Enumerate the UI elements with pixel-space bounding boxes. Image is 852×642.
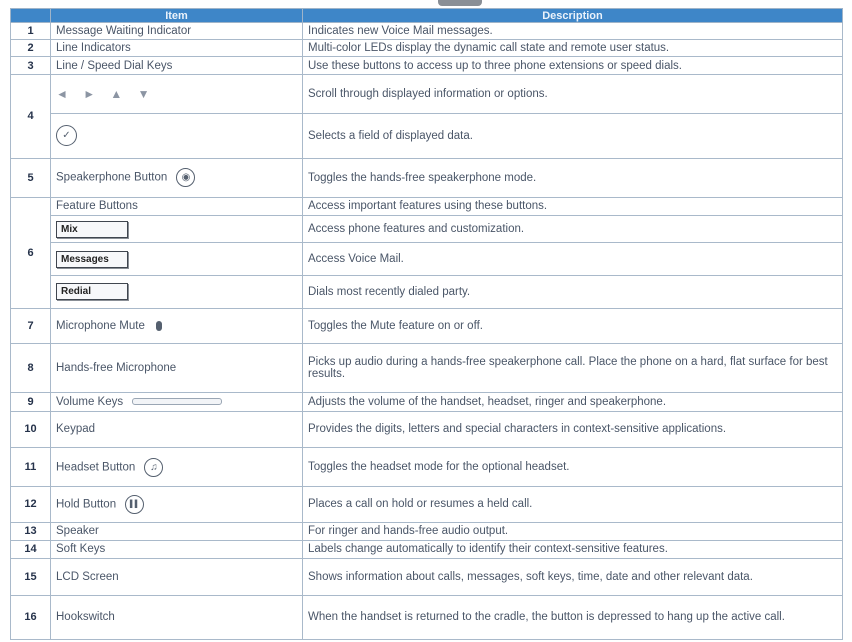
table-row: ✓ Selects a field of displayed data. bbox=[11, 113, 843, 159]
table-row: 1 Message Waiting Indicator Indicates ne… bbox=[10, 22, 843, 40]
row-description: Indicates new Voice Mail messages. bbox=[302, 22, 843, 40]
table-row: 11 Headset Button ♫ Toggles the headset … bbox=[10, 447, 843, 488]
row-item: Keypad bbox=[50, 410, 303, 449]
row-description: Use these buttons to access up to three … bbox=[302, 55, 843, 76]
row-item-label: Headset Button bbox=[56, 461, 136, 474]
row-number: 4 bbox=[10, 74, 51, 159]
speakerphone-icon: ◉ bbox=[176, 168, 196, 188]
row-number: 11 bbox=[10, 447, 51, 488]
row-number: 14 bbox=[10, 539, 51, 560]
row-item-label: Hold Button bbox=[56, 498, 117, 511]
row-item: Messages bbox=[50, 242, 303, 276]
top-tab-marker bbox=[438, 0, 482, 6]
table-row: Mix Access phone features and customizat… bbox=[11, 214, 843, 244]
row-item: Hookswitch bbox=[50, 594, 303, 641]
table-row: Messages Access Voice Mail. bbox=[11, 242, 843, 276]
row-description: Selects a field of displayed data. bbox=[302, 113, 843, 159]
navigation-arrows-icon: ◄ ► ▲ ▼ bbox=[56, 86, 156, 101]
row-number: 16 bbox=[10, 594, 51, 641]
row-number: 13 bbox=[10, 521, 51, 541]
row-number: 15 bbox=[10, 558, 51, 596]
row-item: Speaker bbox=[50, 521, 303, 541]
phone-features-table: Item Description 1 Message Waiting Indic… bbox=[10, 8, 843, 641]
row-item: Line Indicators bbox=[50, 38, 303, 57]
row-item: Redial bbox=[50, 275, 303, 309]
row-description: For ringer and hands-free audio output. bbox=[302, 521, 843, 541]
softkey-mix: Mix bbox=[56, 220, 128, 238]
row-description: Labels change automatically to identify … bbox=[302, 539, 843, 560]
hold-icon: ▌▌ bbox=[125, 494, 145, 514]
row-item: Message Waiting Indicator bbox=[50, 22, 303, 40]
header-description: Description bbox=[302, 8, 843, 23]
select-checkmark-icon: ✓ bbox=[56, 125, 77, 147]
row-item: Feature Buttons bbox=[50, 196, 303, 217]
table-row: 15 LCD Screen Shows information about ca… bbox=[10, 558, 843, 596]
microphone-icon bbox=[156, 320, 163, 331]
table-row: 14 Soft Keys Labels change automatically… bbox=[10, 539, 843, 560]
row-description: Picks up audio during a hands-free speak… bbox=[302, 342, 843, 394]
row-number: 6 bbox=[10, 196, 51, 309]
table-row: 9 Volume Keys Adjusts the volume of the … bbox=[10, 392, 843, 412]
row-number: 10 bbox=[10, 410, 51, 449]
row-description: Dials most recently dialed party. bbox=[302, 275, 843, 309]
row-item: Headset Button ♫ bbox=[50, 447, 303, 488]
row-number: 2 bbox=[10, 38, 51, 57]
row-item: Hands-free Microphone bbox=[50, 342, 303, 394]
table-row: 3 Line / Speed Dial Keys Use these butto… bbox=[10, 55, 843, 76]
row-description: Adjusts the volume of the handset, heads… bbox=[302, 392, 843, 412]
row-description: When the handset is returned to the crad… bbox=[302, 594, 843, 641]
row-item: Speakerphone Button ◉ bbox=[50, 157, 303, 198]
row-item: Microphone Mute bbox=[50, 307, 303, 344]
row-description: Toggles the hands-free speakerphone mode… bbox=[302, 157, 843, 198]
volume-bar-icon bbox=[132, 398, 223, 406]
row-item-label: Speakerphone Button bbox=[56, 171, 168, 184]
table-row: 12 Hold Button ▌▌ Places a call on hold … bbox=[10, 486, 843, 523]
row-description: Access phone features and customization. bbox=[302, 214, 843, 244]
headset-icon: ♫ bbox=[144, 457, 164, 477]
row-number: 7 bbox=[10, 307, 51, 344]
row-item: Hold Button ▌▌ bbox=[50, 486, 303, 523]
table-row: 7 Microphone Mute Toggles the Mute featu… bbox=[10, 307, 843, 344]
row-number: 5 bbox=[10, 157, 51, 198]
row-number: 1 bbox=[10, 22, 51, 40]
header-item: Item bbox=[50, 8, 303, 23]
softkey-redial: Redial bbox=[56, 283, 128, 301]
row-item-label: Microphone Mute bbox=[56, 319, 145, 332]
table-row: 6 Feature Buttons Access important featu… bbox=[10, 196, 843, 309]
table-row: 13 Speaker For ringer and hands-free aud… bbox=[10, 521, 843, 541]
row-description: Scroll through displayed information or … bbox=[302, 74, 843, 115]
row-description: Toggles the Mute feature on or off. bbox=[302, 307, 843, 344]
row-description: Access important features using these bu… bbox=[302, 196, 843, 217]
row-number: 8 bbox=[10, 342, 51, 394]
table-row: 8 Hands-free Microphone Picks up audio d… bbox=[10, 342, 843, 394]
table-row: Redial Dials most recently dialed party. bbox=[11, 275, 843, 309]
row-description: Provides the digits, letters and special… bbox=[302, 410, 843, 449]
row-item: Mix bbox=[50, 214, 303, 244]
softkey-messages: Messages bbox=[56, 250, 128, 268]
row-item: LCD Screen bbox=[50, 558, 303, 596]
row-description: Multi-color LEDs display the dynamic cal… bbox=[302, 38, 843, 57]
row-item: ✓ bbox=[50, 113, 303, 159]
row-description: Places a call on hold or resumes a held … bbox=[302, 486, 843, 523]
row-description: Shows information about calls, messages,… bbox=[302, 558, 843, 596]
table-header-row: Item Description bbox=[10, 8, 843, 23]
row-item: Volume Keys bbox=[50, 392, 303, 412]
row-item: Soft Keys bbox=[50, 539, 303, 560]
row-description: Access Voice Mail. bbox=[302, 242, 843, 276]
table-row: 5 Speakerphone Button ◉ Toggles the hand… bbox=[10, 157, 843, 198]
table-row: 16 Hookswitch When the handset is return… bbox=[10, 594, 843, 641]
row-item: ◄ ► ▲ ▼ bbox=[50, 74, 303, 115]
row-number: 12 bbox=[10, 486, 51, 523]
row-description: Toggles the headset mode for the optiona… bbox=[302, 447, 843, 488]
row-item: Line / Speed Dial Keys bbox=[50, 55, 303, 76]
table-row: 2 Line Indicators Multi-color LEDs displ… bbox=[10, 38, 843, 57]
row-number: 9 bbox=[10, 392, 51, 412]
table-row: 10 Keypad Provides the digits, letters a… bbox=[10, 410, 843, 449]
header-num bbox=[10, 8, 51, 23]
table-row: 4 ◄ ► ▲ ▼ Scroll through displayed infor… bbox=[10, 74, 843, 159]
row-number: 3 bbox=[10, 55, 51, 76]
row-item-label: Volume Keys bbox=[56, 396, 124, 409]
